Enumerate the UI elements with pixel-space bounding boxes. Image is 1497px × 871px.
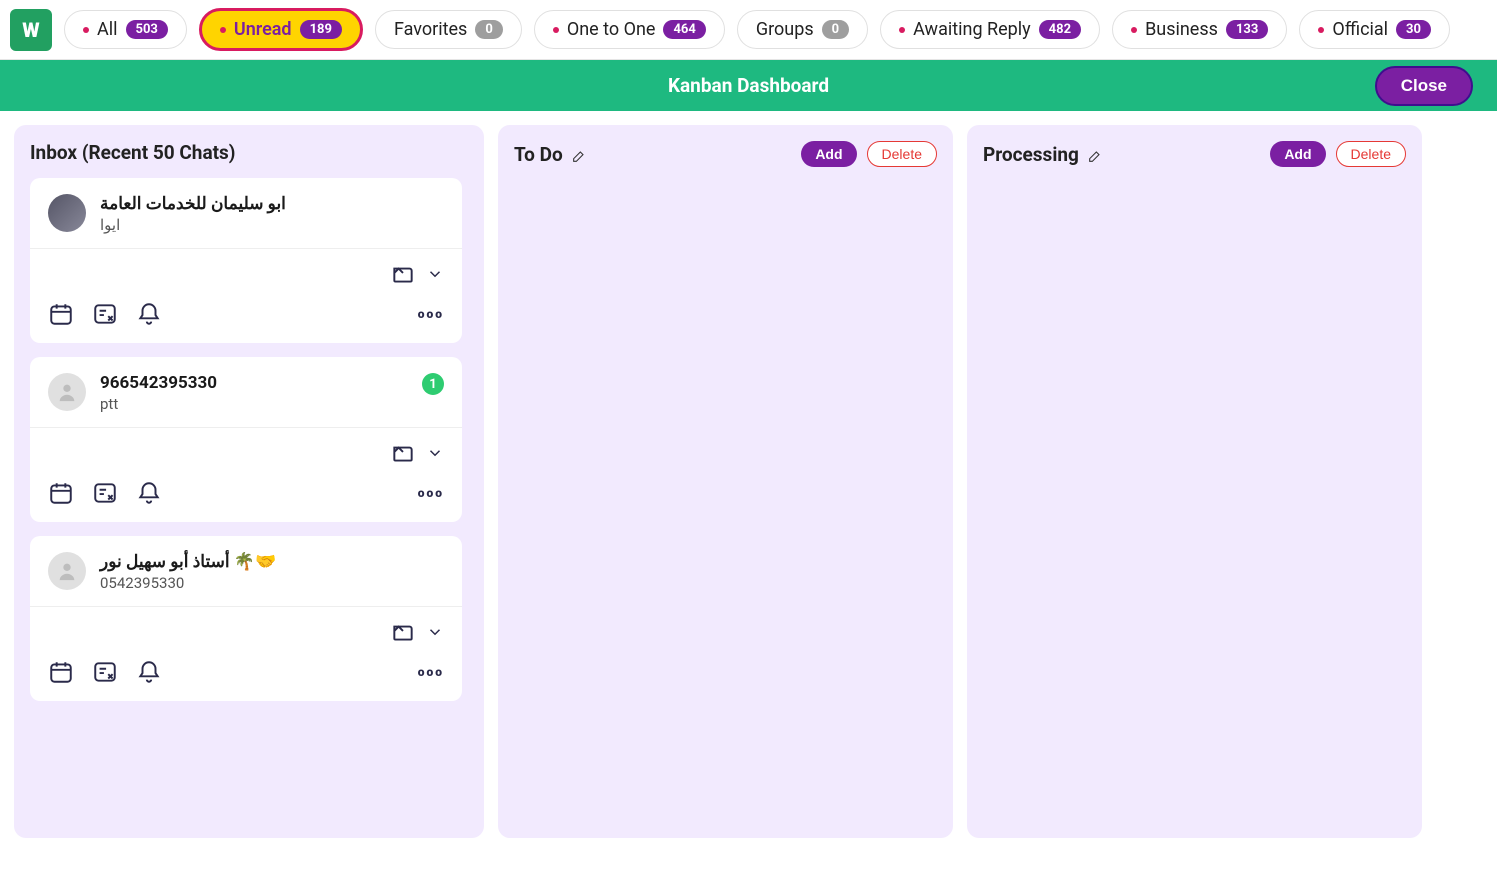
- tab-count-badge: 503: [126, 20, 168, 39]
- kanban-column-to-do: To Do Add Delete: [498, 125, 953, 838]
- avatar: [48, 373, 86, 411]
- bell-icon[interactable]: [136, 301, 162, 327]
- tab-favorites[interactable]: Favorites 0: [375, 10, 522, 49]
- edit-icon[interactable]: [1087, 146, 1103, 162]
- chat-card[interactable]: 966542395330 ptt 1 ooo: [30, 357, 462, 522]
- tab-count-badge: 30: [1396, 20, 1431, 39]
- avatar: [48, 194, 86, 232]
- edit-icon[interactable]: [571, 146, 587, 162]
- calendar-icon[interactable]: [48, 480, 74, 506]
- tab-awaiting-reply[interactable]: Awaiting Reply 482: [880, 10, 1100, 49]
- tab-count-badge: 133: [1226, 20, 1268, 39]
- tag-icon[interactable]: [390, 619, 416, 645]
- tab-unread[interactable]: Unread 189: [199, 8, 363, 51]
- tag-icon[interactable]: [390, 440, 416, 466]
- tab-count-badge: 482: [1039, 20, 1081, 39]
- kanban-column-processing: Processing Add Delete: [967, 125, 1422, 838]
- tab-label: Official: [1332, 19, 1388, 40]
- status-dot-icon: [899, 27, 905, 33]
- status-dot-icon: [1318, 27, 1324, 33]
- inbox-column: Inbox (Recent 50 Chats) ابو سليمان للخدم…: [14, 125, 484, 838]
- tabs-bar: W All 503 Unread 189 Favorites 0 One to One 464…: [0, 0, 1497, 60]
- tab-official[interactable]: Official 30: [1299, 10, 1450, 49]
- close-button[interactable]: Close: [1375, 66, 1473, 106]
- tab-label: All: [97, 19, 118, 40]
- title-bar: Kanban Dashboard Close: [0, 60, 1497, 111]
- status-dot-icon: [553, 27, 559, 33]
- tab-count-badge: 189: [300, 20, 342, 39]
- chat-card[interactable]: أستاذ أبو سهيل نور 🌴🤝 0542395330 ooo: [30, 536, 462, 701]
- chevron-down-icon[interactable]: [426, 444, 444, 462]
- tab-label: Awaiting Reply: [913, 19, 1031, 40]
- more-icon[interactable]: ooo: [418, 307, 444, 321]
- chat-list[interactable]: ابو سليمان للخدمات العامةايواooo96654239…: [30, 178, 468, 822]
- chat-card[interactable]: ابو سليمان للخدمات العامة ايوا ooo: [30, 178, 462, 343]
- status-dot-icon: [220, 27, 226, 33]
- note-icon[interactable]: [92, 301, 118, 327]
- note-icon[interactable]: [92, 480, 118, 506]
- chat-message: ايوا: [100, 216, 444, 234]
- tab-business[interactable]: Business 133: [1112, 10, 1287, 49]
- calendar-icon[interactable]: [48, 301, 74, 327]
- bell-icon[interactable]: [136, 659, 162, 685]
- status-dot-icon: [1131, 27, 1137, 33]
- chat-message: 0542395330: [100, 574, 444, 592]
- tab-count-badge: 464: [663, 20, 705, 39]
- tab-count-badge: 0: [475, 20, 502, 39]
- column-title: To Do: [514, 143, 587, 166]
- tab-count-badge: 0: [822, 20, 849, 39]
- calendar-icon[interactable]: [48, 659, 74, 685]
- chat-name: ابو سليمان للخدمات العامة: [100, 194, 444, 214]
- bell-icon[interactable]: [136, 480, 162, 506]
- kanban-board: Inbox (Recent 50 Chats) ابو سليمان للخدم…: [0, 111, 1497, 852]
- chevron-down-icon[interactable]: [426, 623, 444, 641]
- add-button[interactable]: Add: [1270, 141, 1325, 167]
- column-title: Processing: [983, 143, 1103, 166]
- page-title: Kanban Dashboard: [668, 74, 829, 97]
- tab-label: Unread: [234, 19, 292, 40]
- delete-button[interactable]: Delete: [867, 141, 937, 167]
- chat-name: 966542395330: [100, 373, 408, 393]
- delete-button[interactable]: Delete: [1336, 141, 1406, 167]
- chat-message: ptt: [100, 395, 408, 413]
- note-icon[interactable]: [92, 659, 118, 685]
- tab-label: Business: [1145, 19, 1218, 40]
- unread-badge: 1: [422, 373, 444, 395]
- avatar: [48, 552, 86, 590]
- tab-label: Favorites: [394, 19, 467, 40]
- tab-one-to-one[interactable]: One to One 464: [534, 10, 725, 49]
- inbox-title: Inbox (Recent 50 Chats): [30, 141, 235, 164]
- tab-all[interactable]: All 503: [64, 10, 187, 49]
- more-icon[interactable]: ooo: [418, 486, 444, 500]
- chevron-down-icon[interactable]: [426, 265, 444, 283]
- tab-label: One to One: [567, 19, 656, 40]
- app-logo: W: [10, 9, 52, 51]
- tag-icon[interactable]: [390, 261, 416, 287]
- tab-groups[interactable]: Groups 0: [737, 10, 868, 49]
- status-dot-icon: [83, 27, 89, 33]
- add-button[interactable]: Add: [801, 141, 856, 167]
- more-icon[interactable]: ooo: [418, 665, 444, 679]
- tab-label: Groups: [756, 19, 814, 40]
- chat-name: أستاذ أبو سهيل نور 🌴🤝: [100, 552, 444, 572]
